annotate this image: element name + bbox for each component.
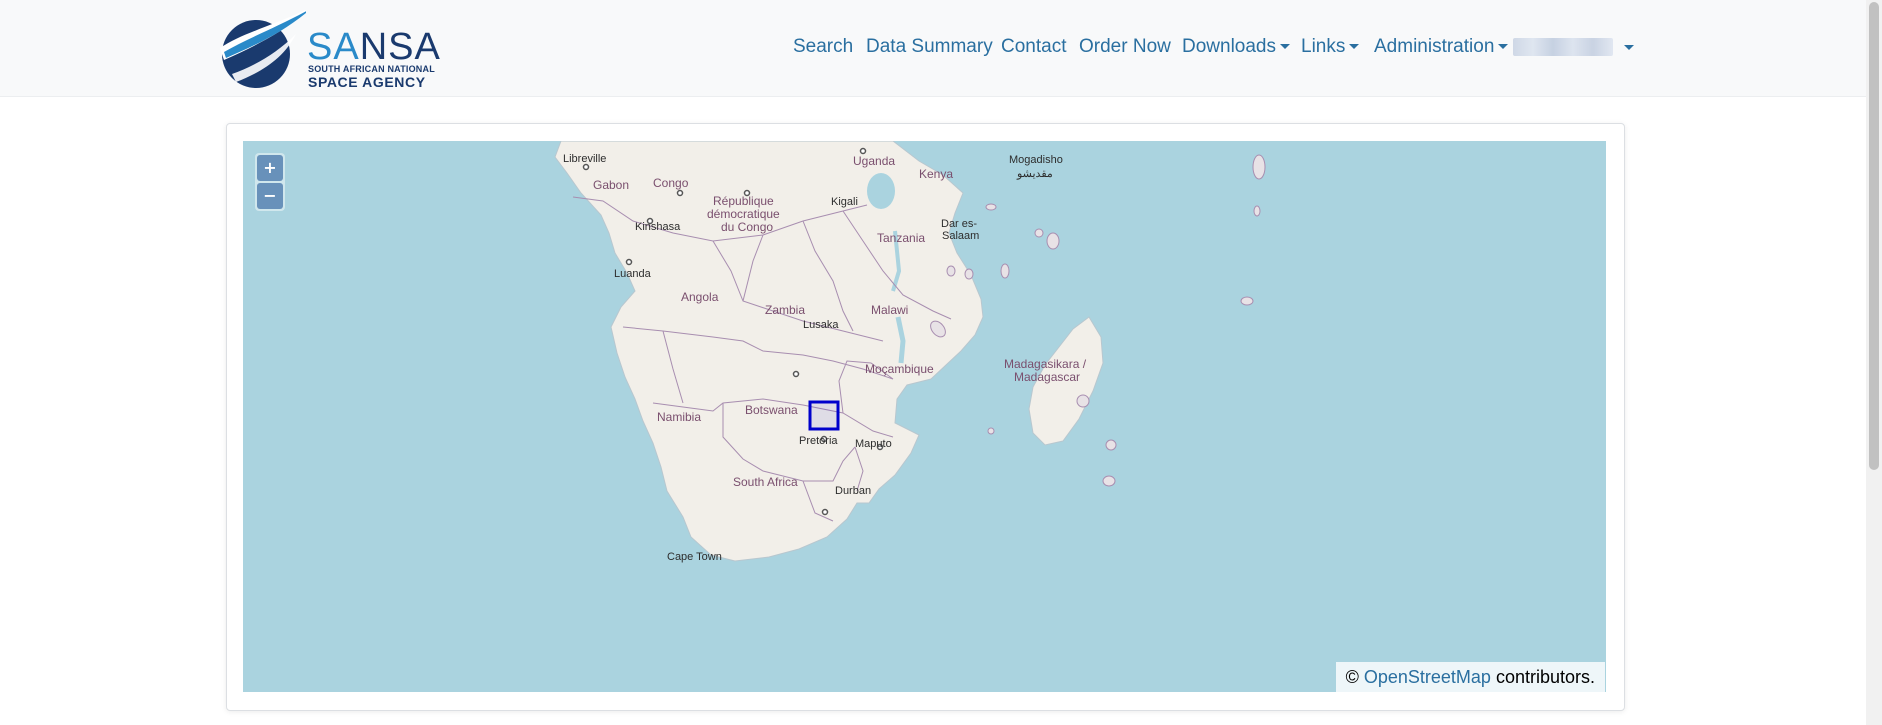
scrollbar-thumb[interactable] [1869,2,1879,470]
label-kinshasa: Kinshasa [635,221,681,233]
label-tanzania: Tanzania [877,231,925,245]
chevron-down-icon [1498,44,1509,50]
selected-scene-footprint [808,400,840,431]
label-mogadisho-ar: مقديشو [1016,168,1053,180]
page-scrollbar[interactable] [1866,0,1882,725]
nav-contact[interactable]: Contact [1001,35,1066,59]
label-pretoria: Pretoria [799,435,838,447]
label-cape-town: Cape Town [667,551,722,563]
label-madagascar-2: Madagascar [1014,370,1080,384]
zoom-out-button[interactable]: − [257,183,283,209]
brand-subtitle: SOUTH AFRICAN NATIONAL [308,64,435,74]
label-kenya: Kenya [919,167,953,181]
label-kigali: Kigali [831,196,858,208]
user-menu-redacted[interactable] [1513,38,1613,56]
label-rdc-3: du Congo [721,220,773,234]
nav-order-now[interactable]: Order Now [1079,35,1171,59]
brand-subtitle-2: SPACE AGENCY [308,74,426,90]
nav-downloads-label: Downloads [1182,36,1276,57]
label-botswana: Botswana [745,403,798,417]
zoom-controls: + − [255,153,285,211]
sansa-swoosh-icon [220,4,318,88]
attribution-suffix: contributors. [1495,667,1595,687]
label-lusaka: Lusaka [803,319,839,331]
nav-administration[interactable]: Administration [1374,35,1509,59]
label-maputo: Maputo [855,438,892,450]
label-mogadisho: Mogadisho [1009,154,1063,166]
label-rdc-2: démocratique [707,207,780,221]
label-luanda: Luanda [614,268,652,280]
label-madagascar-1: Madagasikara / [1004,357,1087,371]
label-gabon: Gabon [593,178,629,192]
label-angola: Angola [681,290,719,304]
map-canvas: Libreville Gabon Congo Uganda Mogadisho … [554,141,1266,563]
navbar: SANSA SOUTH AFRICAN NATIONAL SPACE AGENC… [0,0,1882,97]
zoom-in-button[interactable]: + [257,155,283,181]
nav-links[interactable]: Links [1301,35,1360,59]
label-mocambique: Moçambique [865,362,934,376]
label-congo: Congo [653,176,689,190]
user-menu-chevron-icon[interactable] [1624,45,1634,50]
label-uganda: Uganda [853,154,895,168]
label-south-africa: South Africa [733,475,798,489]
nav-search[interactable]: Search [793,35,853,59]
chevron-down-icon [1349,44,1360,50]
label-dar-1: Dar es- [941,218,977,230]
label-malawi: Malawi [871,303,908,317]
map-attribution: © OpenStreetMap contributors. [1335,662,1605,692]
label-namibia: Namibia [657,410,701,424]
nav-data-summary[interactable]: Data Summary [866,35,993,59]
label-dar-2: Salaam [942,230,979,242]
label-zambia: Zambia [765,303,805,317]
label-durban: Durban [835,485,871,497]
nav-administration-label: Administration [1374,36,1495,57]
label-rdc-1: République [713,194,774,208]
chevron-down-icon [1280,44,1290,50]
map-viewport[interactable]: Libreville Gabon Congo Uganda Mogadisho … [243,141,1606,692]
nav-downloads[interactable]: Downloads [1182,35,1290,59]
brand-name: SANSA [307,26,441,68]
sansa-logo[interactable]: SANSA SOUTH AFRICAN NATIONAL SPACE AGENC… [214,4,440,90]
attribution-copyright: © [1345,667,1359,687]
nav-links-label: Links [1301,36,1346,57]
label-libreville: Libreville [563,153,606,165]
openstreetmap-link[interactable]: OpenStreetMap [1364,667,1491,687]
